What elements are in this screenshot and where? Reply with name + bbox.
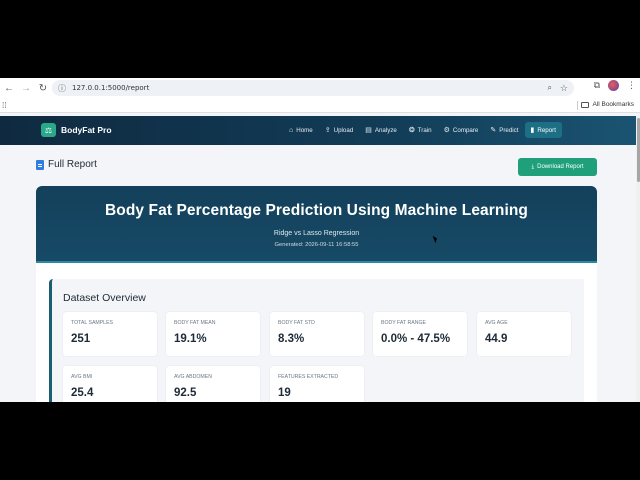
- report-generated: Generated: 2026-09-11 16:58:55: [274, 242, 359, 248]
- stat-label: BODY FAT RANGE: [381, 320, 426, 326]
- nav-item-label: Home: [296, 126, 313, 134]
- upload-icon: ⇪: [324, 127, 331, 134]
- zoom-icon[interactable]: ⌕: [548, 83, 552, 93]
- report-card: Body Fat Percentage Prediction Using Mac…: [36, 186, 597, 402]
- stat-value: 92.5: [174, 387, 197, 399]
- file-icon: ▮: [530, 127, 535, 134]
- stat-label: AVG ABDOMEN: [174, 374, 212, 380]
- report-subtitle: Ridge vs Lasso Regression: [273, 230, 360, 237]
- browser-toolbar: ← → ↻ ⓘ 127.0.0.1:5000/report ⌕ ☆ ⧉ ⋮: [0, 78, 640, 98]
- profile-avatar[interactable]: [608, 80, 619, 91]
- stat-label: TOTAL SAMPLES: [71, 320, 113, 326]
- address-bar[interactable]: ⓘ 127.0.0.1:5000/report ⌕ ☆: [52, 80, 574, 96]
- nav-item-label: Report: [537, 126, 556, 134]
- nav-item-label: Train: [417, 126, 432, 134]
- stat-card: AVG ABDOMEN 92.5: [166, 366, 260, 402]
- all-bookmarks-button[interactable]: All Bookmarks: [581, 101, 634, 108]
- folder-icon: [581, 101, 590, 108]
- stat-value: 8.3%: [278, 333, 305, 345]
- stat-card: AVG BMI 25.4: [63, 366, 157, 402]
- stat-value: 25.4: [71, 387, 94, 399]
- stat-label: BODY FAT MEAN: [174, 320, 216, 326]
- compare-icon: ⚙: [443, 127, 450, 134]
- stat-value: 19.1%: [174, 333, 207, 345]
- bookmark-star-icon[interactable]: ☆: [560, 83, 568, 94]
- home-icon: ⌂: [289, 126, 294, 134]
- nav-item-report[interactable]: ▮ Report: [524, 122, 562, 138]
- site-info-icon[interactable]: ⓘ: [58, 83, 68, 94]
- nav-item-analyze[interactable]: ▤ Analyze: [359, 122, 403, 138]
- stat-card: AVG AGE 44.9: [477, 312, 571, 356]
- brand-link[interactable]: ⚖ BodyFat Pro: [41, 123, 112, 137]
- back-icon[interactable]: ←: [1, 80, 17, 96]
- page-title: Full Report: [36, 159, 97, 170]
- app-navbar: ⚖ BodyFat Pro ⌂ Home ⇪ Upload ▤ Analyze …: [0, 116, 640, 145]
- document-icon: [36, 159, 44, 170]
- report-title: Body Fat Percentage Prediction Using Mac…: [104, 202, 529, 219]
- stat-label: BODY FAT STD: [278, 320, 315, 326]
- scale-icon: ⚖: [41, 123, 56, 137]
- brand-name: BodyFat Pro: [61, 125, 112, 135]
- reload-icon[interactable]: ↻: [35, 80, 51, 96]
- nav-item-predict[interactable]: ✎ Predict: [484, 122, 524, 138]
- chart-icon: ▤: [365, 127, 372, 134]
- stat-value: 19: [278, 387, 291, 399]
- nav-item-compare[interactable]: ⚙ Compare: [438, 122, 485, 138]
- nav-item-train[interactable]: ❂ Train: [403, 122, 438, 138]
- nav-item-label: Compare: [452, 126, 479, 134]
- nav-menu: ⌂ Home ⇪ Upload ▤ Analyze ❂ Train ⚙ Comp…: [283, 122, 562, 138]
- nav-item-label: Predict: [499, 126, 519, 134]
- download-report-button[interactable]: ⤓ Download Report: [518, 158, 597, 176]
- browser-viewport: ← → ↻ ⓘ 127.0.0.1:5000/report ⌕ ☆ ⧉ ⋮ ⁞⁞…: [0, 78, 640, 402]
- bookmarks-bar: ⁞⁞ All Bookmarks: [0, 98, 640, 113]
- forward-icon[interactable]: →: [18, 80, 34, 96]
- stat-value: 0.0% - 47.5%: [381, 333, 451, 345]
- stat-card: FEATURES EXTRACTED 19: [270, 366, 364, 402]
- nav-item-upload[interactable]: ⇪ Upload: [319, 122, 359, 138]
- stat-value: 44.9: [485, 333, 508, 345]
- stat-card: BODY FAT STD 8.3%: [270, 312, 364, 356]
- stat-label: AVG AGE: [485, 320, 508, 326]
- brain-icon: ❂: [408, 127, 415, 134]
- stat-card: TOTAL SAMPLES 251: [63, 312, 157, 356]
- url-text: 127.0.0.1:5000/report: [72, 84, 150, 92]
- nav-item-label: Analyze: [374, 126, 397, 134]
- stat-value: 251: [71, 333, 91, 345]
- bookmarks-divider: [577, 101, 578, 110]
- page-title-text: Full Report: [48, 159, 97, 170]
- apps-grid-icon[interactable]: ⁞⁞: [2, 101, 6, 110]
- stat-card: BODY FAT MEAN 19.1%: [166, 312, 260, 356]
- dataset-overview-section: Dataset Overview TOTAL SAMPLES 251 BODY …: [49, 279, 584, 402]
- section-title: Dataset Overview: [63, 292, 146, 304]
- report-hero: Body Fat Percentage Prediction Using Mac…: [36, 186, 597, 263]
- download-icon: ⤓: [531, 163, 535, 170]
- nav-item-label: Upload: [333, 126, 354, 134]
- nav-item-home[interactable]: ⌂ Home: [283, 122, 319, 138]
- stat-label: AVG BMI: [71, 374, 93, 380]
- download-report-label: Download Report: [537, 164, 584, 170]
- wand-icon: ✎: [490, 127, 497, 134]
- stat-card: BODY FAT RANGE 0.0% - 47.5%: [373, 312, 467, 356]
- all-bookmarks-label: All Bookmarks: [592, 101, 634, 108]
- stat-label: FEATURES EXTRACTED: [278, 374, 339, 380]
- extensions-icon[interactable]: ⧉: [594, 80, 600, 91]
- browser-menu-icon[interactable]: ⋮: [627, 80, 636, 91]
- browser-right-tools: ⧉ ⋮: [594, 80, 636, 91]
